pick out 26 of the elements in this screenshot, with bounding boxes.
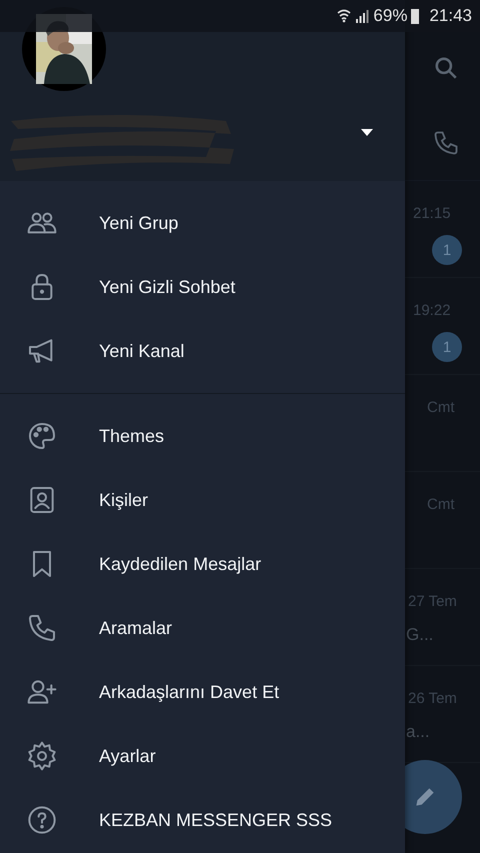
menu-item[interactable]: Yeni Gizli Sohbet [0,255,405,319]
dropdown-caret-icon[interactable] [361,129,373,136]
wifi-icon [337,8,352,24]
battery-icon [411,8,420,24]
message-preview: G... [406,625,434,645]
menu-item[interactable]: Ayarlar [0,724,405,788]
unread-badge: 1 [432,235,462,265]
battery-percentage: 69% [373,6,408,26]
settings-icon [26,740,58,772]
menu-item[interactable]: Kişiler [0,468,405,532]
signal-icon [355,9,370,23]
phone-icon[interactable] [432,129,460,157]
menu-item[interactable]: Arkadaşlarını Davet Et [0,660,405,724]
menu-item[interactable]: Kaydedilen Mesajlar [0,532,405,596]
menu-item[interactable]: KEZBAN MESSENGER SSS [0,788,405,852]
menu-item[interactable]: Yeni Grup [0,191,405,255]
menu-item[interactable]: Themes [0,404,405,468]
unread-badge: 1 [432,332,462,362]
help-icon [26,804,58,836]
message-preview: a... [406,722,430,742]
clock: 21:43 [429,6,472,26]
palette-icon [26,420,58,452]
phone-icon [26,612,58,644]
menu-item[interactable]: Yeni Kanal [0,319,405,383]
menu-item[interactable]: Aramalar [0,596,405,660]
search-icon[interactable] [432,55,458,81]
